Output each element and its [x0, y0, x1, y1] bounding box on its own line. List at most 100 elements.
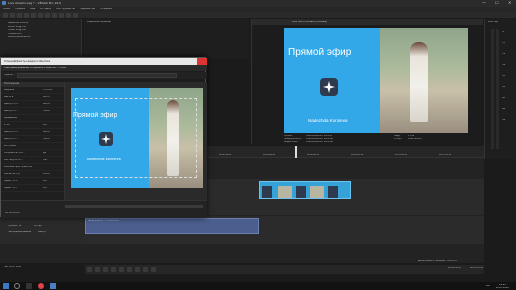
app-icon: [2, 1, 6, 5]
property-row[interactable]: Масштаб (%) 100,0: [1, 171, 64, 178]
menu-view[interactable]: Вид: [30, 8, 35, 11]
property-row[interactable]: Ширина 1 076,0: [1, 87, 64, 94]
dialog-close-button[interactable]: [197, 58, 207, 65]
preview-photo: [380, 28, 468, 133]
keyframe-track[interactable]: [65, 205, 203, 208]
pause-icon[interactable]: [119, 267, 124, 272]
undo-icon[interactable]: [31, 12, 36, 18]
open-icon[interactable]: [10, 12, 15, 18]
property-value[interactable]: 100,0: [43, 173, 50, 175]
explorer-item[interactable]: Video Plug-Ins: [8, 29, 79, 32]
menu-file[interactable]: Файл: [3, 8, 10, 11]
delete-icon[interactable]: [66, 12, 71, 18]
minimize-button[interactable]: —: [482, 1, 486, 5]
property-row[interactable]: Сдвиг по Y 0,0: [1, 185, 64, 192]
windows-start-icon[interactable]: [3, 283, 9, 289]
title-bar: Live stream.veg * - VEGAS Pro 16.0 — ☐ ✕: [0, 0, 516, 7]
render-icon[interactable]: [24, 12, 29, 18]
dialog-tab[interactable]: Панорамирование и обрезка событий - 1.mo…: [4, 67, 66, 70]
prev-frame-icon[interactable]: [135, 267, 140, 272]
close-button[interactable]: ✕: [508, 1, 511, 5]
property-value[interactable]: 1 076,0: [43, 89, 52, 91]
browser-icon[interactable]: [38, 283, 44, 289]
video-clip[interactable]: [259, 181, 351, 199]
menu-tools[interactable]: Инструменты: [56, 8, 75, 11]
property-row[interactable]: Центр по Y 540,0: [1, 108, 64, 115]
paste-icon[interactable]: [59, 12, 64, 18]
ruler-label: 00:00:30;00: [219, 154, 232, 156]
taskview-icon[interactable]: [26, 283, 32, 289]
ruler-label: 00:01:09;29: [395, 154, 408, 156]
language-indicator[interactable]: РУС: [486, 285, 490, 287]
property-value[interactable]: 540,0: [43, 138, 50, 140]
explorer-path: Видеоматериалы: [87, 21, 111, 23]
stop-icon[interactable]: [127, 267, 132, 272]
record-icon[interactable]: [87, 267, 92, 272]
loop-icon[interactable]: [95, 267, 100, 272]
status-timecode: 00:00:38;10: [448, 267, 462, 269]
clock-date[interactable]: 22.07.2019: [496, 287, 509, 289]
property-rows: Ширина 1 076,0 Высота 605,3 Центр по X 960,0 Ц…: [1, 87, 64, 192]
property-row[interactable]: Источник: [1, 143, 64, 150]
explorer-item[interactable]: NewBlue Effects: [8, 22, 79, 25]
property-value[interactable]: 540,0: [43, 110, 50, 112]
property-row[interactable]: Рабочее пространство: [1, 164, 64, 171]
pan-value[interactable]: Центр: [38, 231, 46, 233]
preset-select[interactable]: [17, 73, 177, 78]
property-row[interactable]: Растянуть по... Нет: [1, 157, 64, 164]
property-row[interactable]: Центр по Y 540,0: [1, 136, 64, 143]
taskbar: РУС 14:25 22.07.2019: [0, 282, 516, 290]
property-label: Сохранять соо...: [4, 152, 25, 154]
preview-mode-label[interactable]: Монтаж (полный (Полный): [292, 21, 327, 24]
vu-tick: -6: [502, 31, 504, 33]
dialog-title: Спецэффекты видеособытия: [4, 60, 51, 63]
property-value[interactable]: 960,0: [43, 131, 50, 133]
info-value: 1920x1080x32, 29,970p: [306, 138, 333, 140]
next-frame-icon[interactable]: [143, 267, 148, 272]
video-fx-dialog: Спецэффекты видеособытия Панорамирование…: [0, 57, 207, 218]
search-icon[interactable]: [14, 283, 20, 289]
crop-rectangle[interactable]: [75, 98, 197, 178]
property-row[interactable]: Угол 0,0: [1, 122, 64, 129]
snap-icon[interactable]: [73, 12, 78, 18]
menu-edit[interactable]: Правка: [15, 8, 25, 11]
property-row[interactable]: Сдвиг по X 0,0: [1, 178, 64, 185]
go-end-icon[interactable]: [151, 267, 156, 272]
play-start-icon[interactable]: [103, 267, 108, 272]
preview-title: Прямой эфир: [288, 48, 352, 58]
redo-icon[interactable]: [38, 12, 43, 18]
property-value[interactable]: 0,0: [43, 124, 47, 126]
property-row[interactable]: Высота 605,3: [1, 94, 64, 101]
property-value[interactable]: 0,0: [43, 187, 47, 189]
explorer-item[interactable]: Audio Plug-Ins: [8, 26, 79, 29]
property-value[interactable]: Да: [43, 152, 46, 154]
property-label: Масштаб (%): [4, 173, 21, 175]
property-value[interactable]: 0,0: [43, 180, 47, 182]
property-label: Центр по X: [4, 131, 18, 133]
menu-help[interactable]: Справка: [100, 8, 111, 11]
property-row[interactable]: Вращение: [1, 115, 64, 122]
vegas-app-icon[interactable]: [50, 283, 56, 289]
volume-value[interactable]: 0,0 дБ: [34, 225, 42, 227]
property-row[interactable]: Центр по X 960,0: [1, 101, 64, 108]
copy-icon[interactable]: [52, 12, 57, 18]
explorer-item[interactable]: Transitions: [8, 33, 79, 36]
property-value[interactable]: Нет: [43, 159, 48, 161]
menu-insert[interactable]: Вставка: [40, 8, 51, 11]
property-row[interactable]: Центр по X 960,0: [1, 129, 64, 136]
new-project-icon[interactable]: [3, 12, 8, 18]
vu-tick: -30: [502, 75, 506, 77]
playhead-marker[interactable]: [295, 146, 297, 158]
save-icon[interactable]: [17, 12, 22, 18]
property-value[interactable]: 960,0: [43, 103, 50, 105]
property-label: Угол: [4, 124, 10, 126]
property-row[interactable]: Сохранять соо... Да: [1, 150, 64, 157]
property-value[interactable]: 605,3: [43, 96, 50, 98]
maximize-button[interactable]: ☐: [495, 1, 499, 5]
play-icon[interactable]: [111, 267, 116, 272]
audio-clip[interactable]: Noisy 2011 PY ... 11 05 25 М: [85, 218, 259, 234]
explorer-item[interactable]: Media Generators: [8, 36, 79, 39]
menu-options[interactable]: Параметры: [80, 8, 96, 11]
vu-meter-left: [491, 29, 494, 149]
cut-icon[interactable]: [45, 12, 50, 18]
